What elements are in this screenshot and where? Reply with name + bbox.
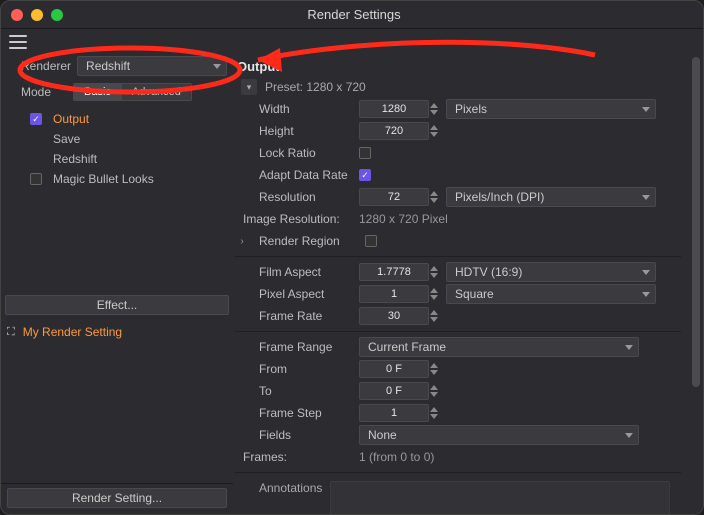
image-resolution-label: Image Resolution:: [235, 212, 355, 226]
renderer-label: Renderer: [21, 59, 71, 73]
to-input[interactable]: 0 F: [359, 382, 429, 400]
height-label: Height: [235, 124, 355, 138]
vertical-scrollbar[interactable]: [689, 55, 703, 514]
minimize-icon[interactable]: [31, 9, 43, 21]
fields-label: Fields: [235, 428, 355, 442]
resolution-unit-dropdown[interactable]: Pixels/Inch (DPI): [446, 187, 656, 207]
menu-icon[interactable]: [9, 35, 27, 49]
sidebar-item-label: Save: [53, 132, 80, 146]
effect-button[interactable]: Effect...: [5, 295, 229, 315]
frames-value: 1 (from 0 to 0): [359, 450, 434, 464]
chevron-down-icon: [642, 107, 650, 112]
mode-advanced-button[interactable]: Advanced: [121, 84, 191, 100]
frame-range-label: Frame Range: [235, 340, 355, 354]
film-aspect-stepper[interactable]: [430, 266, 442, 278]
from-input[interactable]: 0 F: [359, 360, 429, 378]
sidebar-item-redshift[interactable]: Redshift: [21, 149, 227, 169]
chevron-down-icon: [642, 195, 650, 200]
frame-step-input[interactable]: 1: [359, 404, 429, 422]
to-label: To: [235, 384, 355, 398]
sidebar-item-magic-bullet[interactable]: Magic Bullet Looks: [21, 169, 227, 189]
width-stepper[interactable]: [430, 103, 442, 115]
sidebar-tree: Output Save Redshift Magic Bullet L: [21, 109, 227, 189]
image-resolution-value: 1280 x 720 Pixel: [359, 212, 448, 226]
render-setting-menu-button[interactable]: Render Setting...: [7, 488, 227, 508]
current-setting-label: My Render Setting: [23, 325, 122, 339]
from-label: From: [235, 362, 355, 376]
checkbox-icon[interactable]: [30, 173, 42, 185]
pixel-aspect-label: Pixel Aspect: [235, 287, 355, 301]
render-region-disclosure-icon[interactable]: ›: [235, 236, 249, 247]
width-unit-dropdown[interactable]: Pixels: [446, 99, 656, 119]
lock-ratio-label: Lock Ratio: [235, 146, 355, 160]
preset-label: Preset: 1280 x 720: [265, 80, 366, 94]
sidebar-item-save[interactable]: Save: [21, 129, 227, 149]
render-region-label: Render Region: [253, 234, 361, 248]
pixel-aspect-dropdown[interactable]: Square: [446, 284, 656, 304]
mode-basic-button[interactable]: Basic: [74, 84, 121, 100]
renderer-dropdown[interactable]: Redshift: [77, 56, 227, 76]
render-settings-window: Render Settings Renderer Redshift Mod: [0, 0, 704, 515]
chevron-down-icon: [625, 433, 633, 438]
preset-disclosure-icon[interactable]: ▾: [241, 79, 257, 95]
titlebar: Render Settings: [1, 1, 703, 29]
annotations-label: Annotations: [259, 481, 322, 514]
film-aspect-input[interactable]: 1.7778: [359, 263, 429, 281]
height-input[interactable]: 720: [359, 122, 429, 140]
from-stepper[interactable]: [430, 363, 442, 375]
annotations-input[interactable]: [330, 481, 670, 514]
frame-range-dropdown[interactable]: Current Frame: [359, 337, 639, 357]
sidebar-item-label: Output: [53, 112, 89, 126]
window-title: Render Settings: [63, 7, 645, 22]
renderer-value: Redshift: [86, 59, 130, 73]
toolbar: [1, 29, 703, 55]
settings-panel: Output ▾ Preset: 1280 x 720 Width 1280 P…: [233, 55, 703, 514]
mode-label: Mode: [21, 85, 61, 99]
sidebar: Renderer Redshift Mode Basic Advanced: [1, 55, 233, 514]
frame-rate-stepper[interactable]: [430, 310, 442, 322]
frame-step-label: Frame Step: [235, 406, 355, 420]
expand-icon: ⛶: [7, 326, 15, 339]
chevron-down-icon: [625, 345, 633, 350]
chevron-down-icon: [213, 64, 221, 69]
panel-heading: Output: [235, 55, 681, 76]
render-region-checkbox[interactable]: [365, 235, 377, 247]
to-stepper[interactable]: [430, 385, 442, 397]
current-render-setting[interactable]: ⛶ My Render Setting: [1, 321, 233, 343]
maximize-icon[interactable]: [51, 9, 63, 21]
mode-segmented: Basic Advanced: [73, 83, 192, 101]
adapt-data-rate-checkbox[interactable]: [359, 169, 371, 181]
film-aspect-label: Film Aspect: [235, 265, 355, 279]
sidebar-item-label: Magic Bullet Looks: [53, 172, 154, 186]
close-icon[interactable]: [11, 9, 23, 21]
pixel-aspect-input[interactable]: 1: [359, 285, 429, 303]
sidebar-item-output[interactable]: Output: [21, 109, 227, 129]
checkbox-icon[interactable]: [30, 113, 42, 125]
chevron-down-icon: [642, 292, 650, 297]
fields-dropdown[interactable]: None: [359, 425, 639, 445]
height-stepper[interactable]: [430, 125, 442, 137]
frame-rate-label: Frame Rate: [235, 309, 355, 323]
window-controls: [11, 9, 63, 21]
resolution-stepper[interactable]: [430, 191, 442, 203]
adapt-data-rate-label: Adapt Data Rate: [235, 168, 355, 182]
sidebar-item-label: Redshift: [53, 152, 97, 166]
resolution-label: Resolution: [235, 190, 355, 204]
pixel-aspect-stepper[interactable]: [430, 288, 442, 300]
resolution-input[interactable]: 72: [359, 188, 429, 206]
frames-label: Frames:: [235, 450, 355, 464]
width-label: Width: [235, 102, 355, 116]
film-aspect-dropdown[interactable]: HDTV (16:9): [446, 262, 656, 282]
width-input[interactable]: 1280: [359, 100, 429, 118]
lock-ratio-checkbox[interactable]: [359, 147, 371, 159]
frame-rate-input[interactable]: 30: [359, 307, 429, 325]
chevron-down-icon: [642, 270, 650, 275]
frame-step-stepper[interactable]: [430, 407, 442, 419]
